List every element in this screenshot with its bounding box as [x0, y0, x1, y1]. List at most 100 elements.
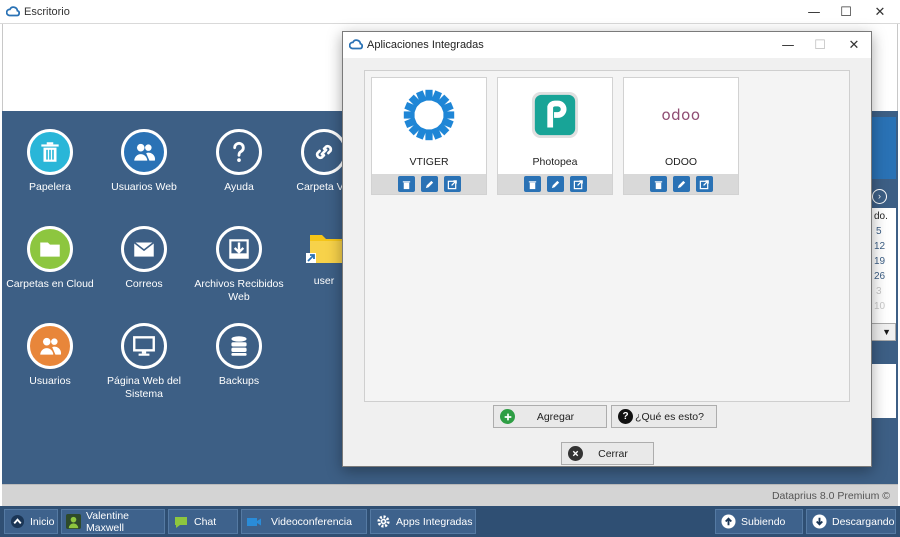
desktop-icon-papelera[interactable]: Papelera — [2, 129, 98, 194]
taskbar-item-label: Inicio — [30, 515, 55, 528]
desktop-icon-label: Usuarios Web — [111, 181, 177, 193]
pencil-icon — [551, 180, 559, 188]
desktop-icon-backups[interactable]: Backups — [191, 323, 287, 388]
trash-icon — [528, 180, 536, 189]
odoo-logo-text: odoo — [661, 106, 701, 124]
mail-icon — [121, 226, 167, 272]
calendar-day[interactable]: 5 — [868, 222, 896, 237]
chat-icon — [173, 514, 189, 530]
close-window-button[interactable]: ✕ — [862, 0, 898, 24]
calendar-day[interactable]: 26 — [868, 267, 896, 282]
dialog-close-icon[interactable]: ✕ — [837, 32, 871, 58]
external-link-icon — [447, 179, 457, 189]
dialog-maximize-button: ☐ — [814, 37, 826, 53]
edit-app-button[interactable] — [420, 176, 438, 192]
question-icon: ? — [618, 409, 633, 424]
folder-icon — [27, 226, 73, 272]
desktop-icon-carpetas-cloud[interactable]: Carpetas en Cloud — [2, 226, 98, 291]
desktop-icon-label: Correos — [125, 278, 163, 290]
edit-app-button[interactable] — [546, 176, 564, 192]
desktop-icon-label: Ayuda — [224, 181, 254, 193]
trash-icon — [27, 129, 73, 175]
calendar-day[interactable]: 12 — [868, 237, 896, 252]
upload-icon — [720, 514, 736, 530]
what-is-this-label: ¿Qué es esto? — [635, 410, 704, 423]
plus-icon — [500, 409, 515, 424]
open-app-button[interactable] — [695, 176, 713, 192]
app-card-odoo[interactable]: odoo ODOO — [623, 77, 739, 195]
calendar-day[interactable]: 19 — [868, 252, 896, 267]
main-titlebar: Escritorio — ☐ ✕ — [0, 0, 900, 24]
taskbar-user-button[interactable]: Valentine Maxwell — [61, 509, 165, 534]
open-app-button[interactable] — [569, 176, 587, 192]
desktop-icon-correos[interactable]: Correos — [96, 226, 192, 291]
taskbar-apps-integradas-button[interactable]: Apps Integradas — [370, 509, 476, 534]
calendar-day-header: do. — [874, 211, 888, 222]
calendar-grid: do. 5 12 19 26 3 10 — [868, 208, 896, 323]
taskbar-item-label: Subiendo — [741, 515, 786, 528]
vtiger-logo — [372, 78, 486, 152]
desktop-icon-usuarios-web[interactable]: Usuarios Web — [96, 129, 192, 194]
desktop-icon-label: Papelera — [28, 181, 72, 193]
side-widget-panel — [868, 117, 896, 179]
app-logo-icon — [349, 39, 363, 50]
dialog-minimize-button[interactable]: — — [771, 32, 805, 58]
dialog-titlebar: Aplicaciones Integradas — ☐ ✕ — [343, 32, 871, 58]
desktop-icon-archivos-recibidos[interactable]: Archivos Recibidos Web — [191, 226, 287, 304]
taskbar-item-label: Descargando — [832, 515, 895, 528]
users-icon — [27, 323, 73, 369]
external-link-icon — [573, 179, 583, 189]
trash-icon — [402, 180, 410, 189]
edit-app-button[interactable] — [672, 176, 690, 192]
maximize-button[interactable]: ☐ — [828, 0, 864, 24]
help-icon — [216, 129, 262, 175]
desktop-icon-label: Carpetas en Cloud — [6, 278, 94, 290]
gear-icon — [375, 514, 391, 530]
dialog-title: Aplicaciones Integradas — [367, 39, 484, 51]
calendar-day[interactable]: 10 — [868, 297, 896, 312]
calendar-dropdown[interactable]: ▼ — [868, 323, 896, 341]
delete-app-button[interactable] — [397, 176, 415, 192]
taskbar-descargando-button[interactable]: Descargando — [806, 509, 896, 534]
close-dialog-button[interactable]: Cerrar — [561, 442, 654, 465]
calendar-header: › — [868, 186, 896, 208]
delete-app-button[interactable] — [649, 176, 667, 192]
link-icon — [301, 129, 347, 175]
taskbar-chat-button[interactable]: Chat — [168, 509, 238, 534]
app-actions — [498, 174, 612, 194]
integrated-apps-dialog: Aplicaciones Integradas — ☐ ✕ VTIGER Pho… — [342, 31, 872, 467]
desktop-icon-label: user — [313, 275, 335, 287]
desktop-icon-pagina-web[interactable]: Página Web del Sistema — [96, 323, 192, 401]
desktop-icon-usuarios[interactable]: Usuarios — [2, 323, 98, 388]
taskbar-subiendo-button[interactable]: Subiendo — [715, 509, 803, 534]
what-is-this-button[interactable]: ? ¿Qué es esto? — [611, 405, 717, 428]
minimize-button[interactable]: — — [796, 0, 832, 24]
app-actions — [372, 174, 486, 194]
photopea-logo — [498, 78, 612, 152]
desktop-icon-ayuda[interactable]: Ayuda — [191, 129, 287, 194]
desktop-icon-label: Página Web del Sistema — [107, 375, 181, 400]
inbox-icon — [216, 226, 262, 272]
open-app-button[interactable] — [443, 176, 461, 192]
close-dialog-label: Cerrar — [598, 447, 628, 460]
pencil-icon — [677, 180, 685, 188]
add-app-label: Agregar — [536, 410, 575, 423]
calendar-day[interactable]: 3 — [868, 282, 896, 297]
user-icon — [66, 514, 81, 530]
main-window-title: Escritorio — [24, 6, 70, 18]
app-name: Photopea — [532, 156, 578, 168]
taskbar-videoconferencia-button[interactable]: Videoconferencia — [241, 509, 367, 534]
pencil-icon — [425, 180, 433, 188]
add-app-button[interactable]: Agregar — [493, 405, 607, 428]
taskbar: Inicio Valentine Maxwell Chat Videoconfe… — [0, 506, 900, 537]
delete-app-button[interactable] — [523, 176, 541, 192]
taskbar-inicio-button[interactable]: Inicio — [4, 509, 58, 534]
side-info-box — [868, 364, 896, 418]
statusbar: Dataprius 8.0 Premium © — [2, 484, 898, 506]
home-icon — [9, 514, 25, 530]
external-link-icon — [699, 179, 709, 189]
calendar-next-icon[interactable]: › — [872, 189, 887, 204]
app-card-vtiger[interactable]: VTIGER — [371, 77, 487, 195]
app-logo-icon — [6, 6, 20, 17]
app-card-photopea[interactable]: Photopea — [497, 77, 613, 195]
